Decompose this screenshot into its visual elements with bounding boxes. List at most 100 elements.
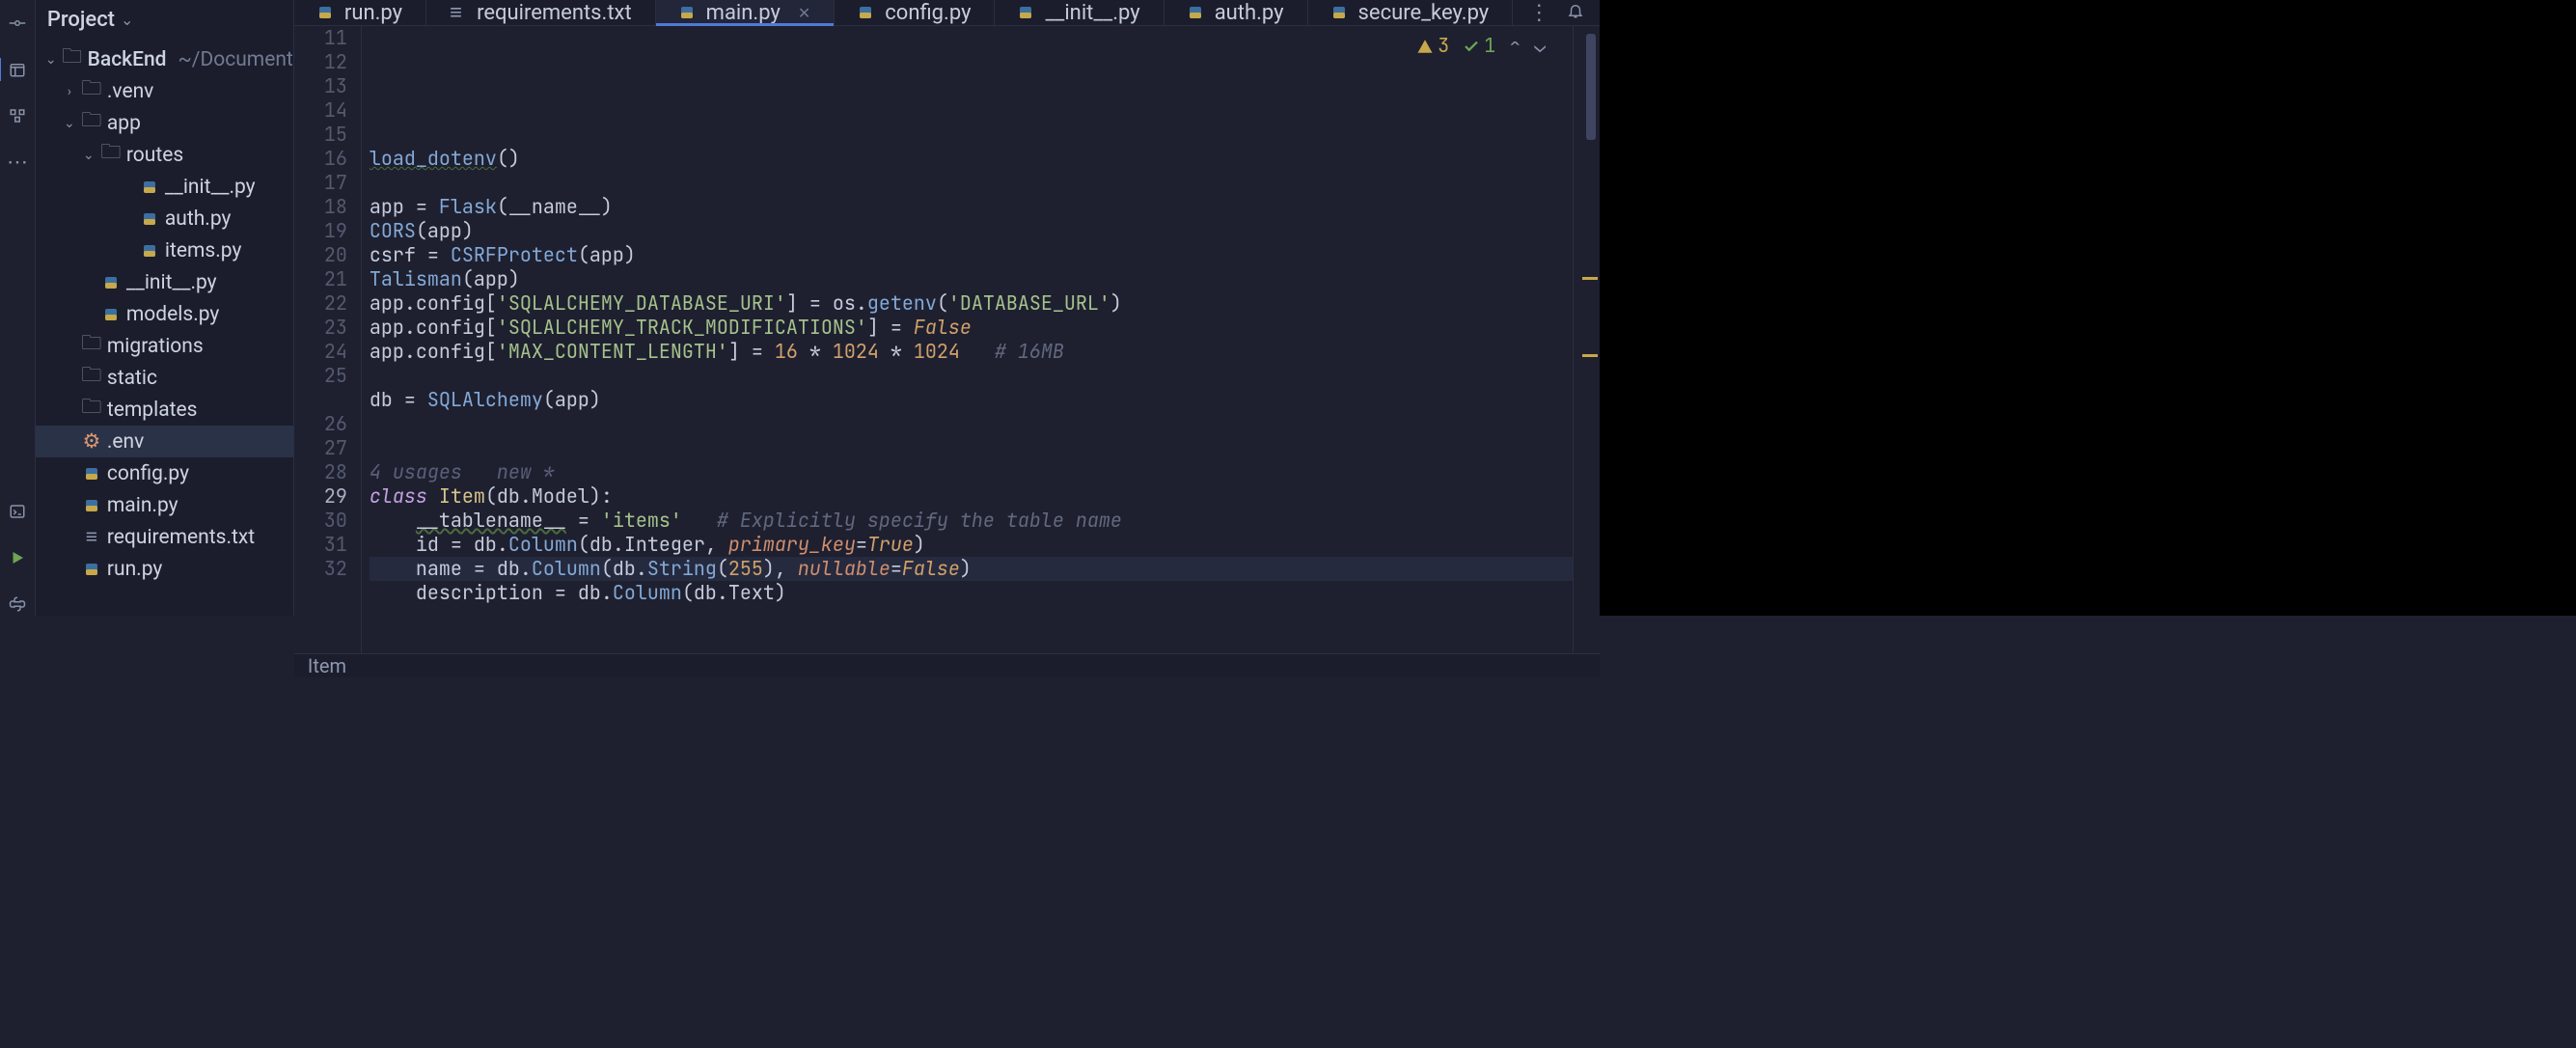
tree-item-migrations[interactable]: 🗀migrations xyxy=(36,330,293,362)
code-line[interactable]: class Item(db.Model): xyxy=(370,484,1573,509)
line-number[interactable]: 22 xyxy=(294,291,347,316)
expander-icon[interactable]: ⌄ xyxy=(82,148,96,163)
folder-icon: 🗀 xyxy=(82,329,101,363)
line-number[interactable]: 29 xyxy=(294,484,347,509)
tree-item--venv[interactable]: ›🗀.venv xyxy=(36,75,293,107)
breadcrumb-item[interactable]: Item xyxy=(308,654,346,677)
tree-item--env[interactable]: ⚙.env xyxy=(36,426,293,457)
terminal-icon[interactable] xyxy=(6,500,29,523)
warning-mark[interactable] xyxy=(1582,354,1598,357)
line-number[interactable]: 32 xyxy=(294,557,347,581)
code-line[interactable] xyxy=(370,123,1573,147)
line-number[interactable]: 18 xyxy=(294,195,347,219)
code-line[interactable]: csrf = CSRFProtect(app) xyxy=(370,243,1573,267)
tab-secure-key-py[interactable]: secure_key.py xyxy=(1308,0,1514,25)
scrollbar-thumb[interactable] xyxy=(1586,34,1596,140)
line-number[interactable]: 26 xyxy=(294,412,347,436)
structure-icon[interactable] xyxy=(6,104,29,127)
line-number[interactable]: 15 xyxy=(294,123,347,147)
code-line[interactable]: name = db.Column(db.String(255), nullabl… xyxy=(370,557,1573,581)
line-number[interactable]: 16 xyxy=(294,147,347,171)
expander-icon[interactable]: › xyxy=(63,84,76,99)
tab-config-py[interactable]: config.py xyxy=(835,0,995,25)
line-number[interactable]: 14 xyxy=(294,98,347,123)
tree-item-main-py[interactable]: main.py xyxy=(36,489,293,521)
tree-item-requirements-txt[interactable]: ≡requirements.txt xyxy=(36,521,293,553)
tree-item---init---py[interactable]: __init__.py xyxy=(36,266,293,298)
code-line[interactable]: app = Flask(__name__) xyxy=(370,195,1573,219)
more-vertical-icon[interactable]: ⋮ xyxy=(1528,1,1549,25)
line-number[interactable]: 25 xyxy=(294,364,347,388)
warnings-badge[interactable]: 3 xyxy=(1416,34,1449,58)
commit-icon[interactable] xyxy=(6,12,29,35)
error-stripe[interactable] xyxy=(1573,26,1600,653)
run-icon[interactable] xyxy=(6,546,29,569)
tree-root[interactable]: ⌄ 🗀 BackEnd ~/Documents/Dev xyxy=(36,43,293,75)
code-line[interactable]: app.config['SQLALCHEMY_DATABASE_URI'] = … xyxy=(370,291,1573,316)
line-number[interactable]: 19 xyxy=(294,219,347,243)
project-icon[interactable] xyxy=(6,58,29,81)
code-line[interactable] xyxy=(370,412,1573,436)
weak-warnings-badge[interactable]: 1 xyxy=(1463,34,1495,58)
line-number[interactable]: 30 xyxy=(294,509,347,533)
line-number[interactable]: 31 xyxy=(294,533,347,557)
expander-icon[interactable]: ⌄ xyxy=(63,116,76,131)
tab-requirements-txt[interactable]: ≡requirements.txt xyxy=(426,0,656,25)
code-line[interactable]: load_dotenv() xyxy=(370,147,1573,171)
inspection-widget[interactable]: 3 1 ⌃ ⌄ xyxy=(1416,34,1546,58)
tree-item-app[interactable]: ⌄🗀app xyxy=(36,107,293,139)
tab---init---py[interactable]: __init__.py xyxy=(995,0,1164,25)
usage-hint[interactable]: 4 usages new * xyxy=(370,460,1573,484)
line-number[interactable]: 28 xyxy=(294,460,347,484)
tree-item-models-py[interactable]: models.py xyxy=(36,298,293,330)
line-number[interactable]: 23 xyxy=(294,316,347,340)
editor[interactable]: 111213141516171819202122232425 262728293… xyxy=(294,26,1600,653)
line-number[interactable]: 12 xyxy=(294,50,347,74)
code-line[interactable]: app.config['SQLALCHEMY_TRACK_MODIFICATIO… xyxy=(370,316,1573,340)
python-file-icon xyxy=(140,179,159,195)
line-number[interactable]: 24 xyxy=(294,340,347,364)
prev-highlight-icon[interactable]: ⌃ xyxy=(1509,34,1521,58)
tree-item-routes[interactable]: ⌄🗀routes xyxy=(36,139,293,171)
chevron-down-icon[interactable]: ⌄ xyxy=(45,52,57,68)
tree-item-config-py[interactable]: config.py xyxy=(36,457,293,489)
code-line[interactable]: __tablename__ = 'items' # Explicitly spe… xyxy=(370,509,1573,533)
code-line[interactable] xyxy=(370,629,1573,653)
line-number[interactable]: 13 xyxy=(294,74,347,98)
code-line[interactable] xyxy=(370,171,1573,195)
tree-item---init---py[interactable]: __init__.py xyxy=(36,171,293,203)
code-line[interactable]: Talisman(app) xyxy=(370,267,1573,291)
tree-item-static[interactable]: 🗀static xyxy=(36,362,293,394)
code-line[interactable] xyxy=(370,364,1573,388)
notifications-icon[interactable] xyxy=(1567,1,1584,25)
code-content[interactable]: 3 1 ⌃ ⌄ load_dotenv() app = Flask(__name… xyxy=(362,26,1573,653)
line-number[interactable]: 21 xyxy=(294,267,347,291)
line-number[interactable]: 17 xyxy=(294,171,347,195)
next-highlight-icon[interactable]: ⌄ xyxy=(1534,34,1546,58)
code-line[interactable] xyxy=(370,98,1573,123)
code-line[interactable] xyxy=(370,605,1573,629)
tab-auth-py[interactable]: auth.py xyxy=(1165,0,1308,25)
close-icon[interactable]: ✕ xyxy=(798,4,810,22)
more-icon[interactable]: ⋯ xyxy=(6,151,29,174)
tree-item-templates[interactable]: 🗀templates xyxy=(36,394,293,426)
code-line[interactable]: CORS(app) xyxy=(370,219,1573,243)
code-line[interactable]: app.config['MAX_CONTENT_LENGTH'] = 16 * … xyxy=(370,340,1573,364)
python-file-icon xyxy=(101,307,121,322)
tree-item-items-py[interactable]: items.py xyxy=(36,234,293,266)
tab-main-py[interactable]: main.py✕ xyxy=(656,0,836,25)
python-console-icon[interactable] xyxy=(6,593,29,616)
code-line[interactable]: description = db.Column(db.Text) xyxy=(370,581,1573,605)
code-line[interactable]: db = SQLAlchemy(app) xyxy=(370,388,1573,412)
line-number[interactable]: 20 xyxy=(294,243,347,267)
line-number[interactable]: 27 xyxy=(294,436,347,460)
tree-item-run-py[interactable]: run.py xyxy=(36,553,293,585)
code-line[interactable] xyxy=(370,436,1573,460)
code-line[interactable]: id = db.Column(db.Integer, primary_key=T… xyxy=(370,533,1573,557)
tab-run-py[interactable]: run.py xyxy=(294,0,426,25)
warning-mark[interactable] xyxy=(1582,277,1598,280)
line-number[interactable]: 11 xyxy=(294,26,347,50)
breadcrumb-bar[interactable]: Item xyxy=(294,653,1600,677)
project-header[interactable]: Project ⌄ xyxy=(36,0,293,40)
tree-item-auth-py[interactable]: auth.py xyxy=(36,203,293,234)
